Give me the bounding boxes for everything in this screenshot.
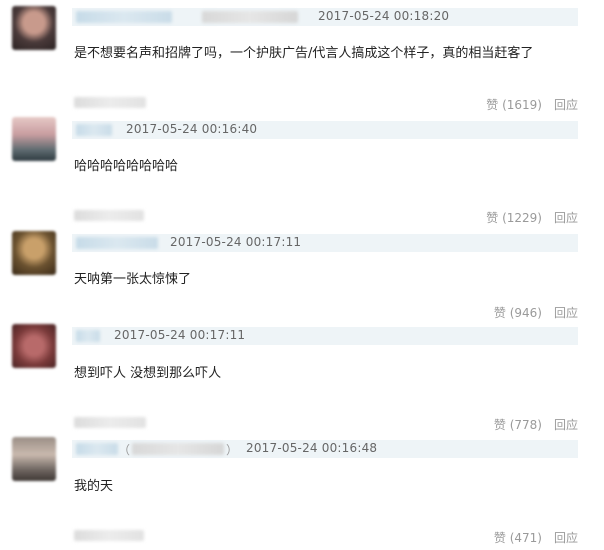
avatar[interactable] bbox=[12, 117, 56, 161]
sub-meta bbox=[74, 417, 146, 428]
sub-meta bbox=[74, 530, 144, 541]
username[interactable] bbox=[76, 124, 112, 136]
comment-actions: 赞 (1619) 回应 bbox=[486, 96, 578, 113]
comment-header: （ ） 2017-05-24 00:16:48 bbox=[72, 440, 578, 458]
comment-timestamp: 2017-05-24 00:16:40 bbox=[126, 122, 258, 136]
comment-header: 2017-05-24 00:18:20 bbox=[72, 8, 578, 26]
comment-timestamp: 2017-05-24 00:16:48 bbox=[246, 441, 378, 455]
comment-text: 想到吓人 没想到那么吓人 bbox=[74, 366, 222, 381]
user-meta bbox=[202, 11, 298, 23]
paren-close: ） bbox=[226, 443, 239, 457]
avatar[interactable] bbox=[12, 437, 56, 481]
comment-header: 2017-05-24 00:17:11 bbox=[72, 234, 578, 252]
reply-button[interactable]: 回应 bbox=[554, 418, 578, 432]
comment-text: 是不想要名声和招牌了吗，一个护肤广告/代言人搞成这个样子，真的相当赶客了 bbox=[74, 46, 534, 61]
comment-header: 2017-05-24 00:17:11 bbox=[72, 327, 578, 345]
reply-button[interactable]: 回应 bbox=[554, 306, 578, 320]
comment-text: 我的天 bbox=[74, 479, 114, 494]
avatar[interactable] bbox=[12, 231, 56, 275]
user-meta bbox=[132, 443, 224, 455]
like-button[interactable]: 赞 (1229) bbox=[486, 211, 542, 225]
comment-actions: 赞 (946) 回应 bbox=[494, 304, 578, 321]
comment-timestamp: 2017-05-24 00:18:20 bbox=[318, 9, 450, 23]
comment-timestamp: 2017-05-24 00:17:11 bbox=[114, 328, 246, 342]
username[interactable] bbox=[76, 443, 118, 455]
comment-actions: 赞 (1229) 回应 bbox=[486, 209, 578, 226]
sub-meta bbox=[74, 97, 146, 108]
username[interactable] bbox=[76, 330, 100, 342]
comment-text: 天呐第一张太惊悚了 bbox=[74, 272, 192, 287]
like-button[interactable]: 赞 (778) bbox=[494, 418, 542, 432]
reply-button[interactable]: 回应 bbox=[554, 98, 578, 112]
comment-actions: 赞 (778) 回应 bbox=[494, 416, 578, 433]
comment-actions: 赞 (471) 回应 bbox=[494, 529, 578, 546]
comment-timestamp: 2017-05-24 00:17:11 bbox=[170, 235, 302, 249]
username[interactable] bbox=[76, 11, 172, 23]
reply-button[interactable]: 回应 bbox=[554, 211, 578, 225]
like-button[interactable]: 赞 (946) bbox=[494, 306, 542, 320]
avatar[interactable] bbox=[12, 324, 56, 368]
avatar[interactable] bbox=[12, 6, 56, 50]
like-button[interactable]: 赞 (471) bbox=[494, 531, 542, 545]
like-button[interactable]: 赞 (1619) bbox=[486, 98, 542, 112]
sub-meta bbox=[74, 210, 144, 221]
reply-button[interactable]: 回应 bbox=[554, 531, 578, 545]
username[interactable] bbox=[76, 237, 158, 249]
comment-header: 2017-05-24 00:16:40 bbox=[72, 121, 578, 139]
paren-open: （ bbox=[118, 443, 131, 457]
comment-text: 哈哈哈哈哈哈哈哈 bbox=[74, 159, 179, 174]
